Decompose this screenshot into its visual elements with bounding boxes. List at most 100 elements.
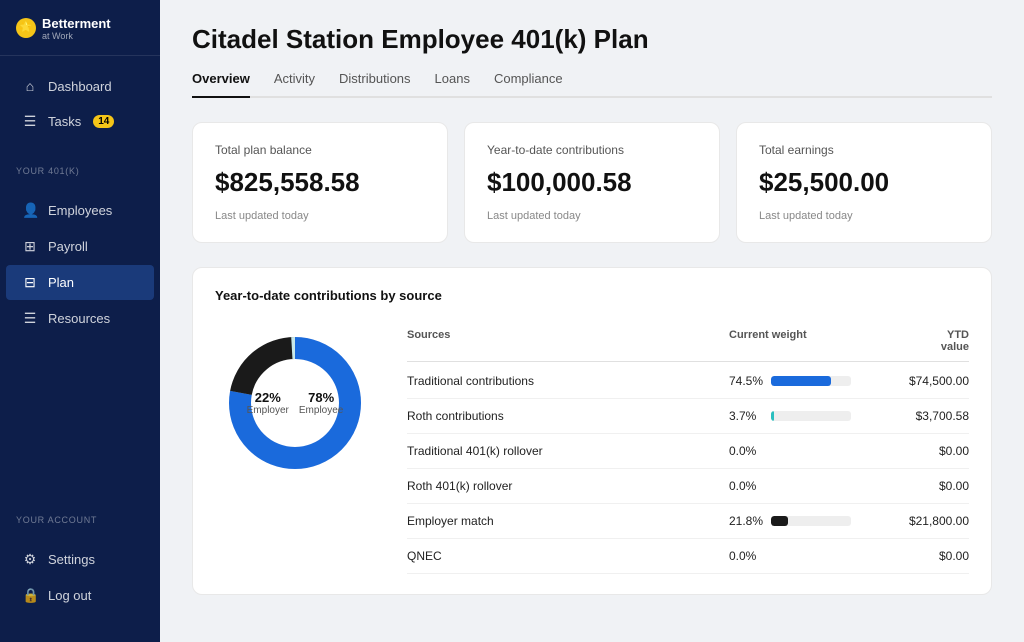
section-account-label: YOUR ACCOUNT [0, 501, 160, 529]
row-weight: 0.0% [729, 444, 869, 458]
stat-value-contributions: $100,000.58 [487, 167, 697, 198]
sidebar-item-employees[interactable]: 👤 Employees [6, 193, 154, 228]
bar-fill [771, 376, 831, 386]
stat-card-contributions: Year-to-date contributions $100,000.58 L… [464, 122, 720, 243]
stat-card-balance: Total plan balance $825,558.58 Last upda… [192, 122, 448, 243]
sidebar-main-nav: ⌂ Dashboard ☰ Tasks 14 [0, 56, 160, 152]
page-title: Citadel Station Employee 401(k) Plan [192, 24, 992, 55]
donut-chart: 22% Employer 78% Employee [215, 323, 375, 483]
resources-icon: ☰ [22, 310, 38, 327]
stat-value-balance: $825,558.58 [215, 167, 425, 198]
sidebar-item-tasks[interactable]: ☰ Tasks 14 [6, 104, 154, 139]
payroll-icon: ⊞ [22, 238, 38, 255]
sidebar-label-plan: Plan [48, 275, 74, 290]
employee-pct: 78% [299, 390, 343, 405]
plan-icon: ⊟ [22, 274, 38, 291]
row-weight: 74.5% [729, 374, 869, 388]
employees-icon: 👤 [22, 202, 38, 219]
logo-brand: Betterment [42, 16, 111, 31]
row-weight: 21.8% [729, 514, 869, 528]
stat-updated-contributions: Last updated today [487, 210, 697, 222]
sources-table: Sources Current weight YTDvalue Traditio… [407, 323, 969, 574]
row-weight: 3.7% [729, 409, 869, 423]
stat-label-balance: Total plan balance [215, 143, 425, 157]
main-content-area: Citadel Station Employee 401(k) Plan Ove… [160, 0, 1024, 642]
row-value: $21,800.00 [869, 514, 969, 528]
bar-container [771, 376, 851, 386]
sidebar-label-resources: Resources [48, 311, 110, 326]
sidebar-label-settings: Settings [48, 552, 95, 567]
table-row: Traditional contributions 74.5% $74,500.… [407, 364, 969, 399]
sidebar-item-settings[interactable]: ⚙ Settings [6, 542, 154, 577]
tasks-icon: ☰ [22, 113, 38, 130]
sidebar-item-payroll[interactable]: ⊞ Payroll [6, 229, 154, 264]
table-row: Employer match 21.8% $21,800.00 [407, 504, 969, 539]
table-row: QNEC 0.0% $0.00 [407, 539, 969, 574]
logo-area: 🌟 Betterment at Work [0, 0, 160, 56]
bar-fill [771, 411, 774, 421]
tab-overview[interactable]: Overview [192, 71, 250, 96]
home-icon: ⌂ [22, 78, 38, 94]
row-name: Traditional contributions [407, 374, 729, 388]
tab-distributions[interactable]: Distributions [339, 71, 411, 96]
sidebar-item-dashboard[interactable]: ⌂ Dashboard [6, 69, 154, 103]
table-row: Roth 401(k) rollover 0.0% $0.00 [407, 469, 969, 504]
stat-updated-balance: Last updated today [215, 210, 425, 222]
scrollable-content: Citadel Station Employee 401(k) Plan Ove… [160, 0, 1024, 642]
stats-row: Total plan balance $825,558.58 Last upda… [192, 122, 992, 243]
settings-icon: ⚙ [22, 551, 38, 568]
row-value: $74,500.00 [869, 374, 969, 388]
bar-container [771, 516, 851, 526]
tab-loans[interactable]: Loans [435, 71, 470, 96]
row-weight: 0.0% [729, 549, 869, 563]
th-sources: Sources [407, 329, 729, 353]
th-value: YTDvalue [869, 329, 969, 353]
table-header: Sources Current weight YTDvalue [407, 323, 969, 362]
stat-label-contributions: Year-to-date contributions [487, 143, 697, 157]
sidebar-label-dashboard: Dashboard [48, 79, 112, 94]
bar-container [771, 411, 851, 421]
donut-employee-segment: 78% Employee [299, 390, 343, 416]
section-401k-label: YOUR 401(K) [0, 152, 160, 180]
row-name: Traditional 401(k) rollover [407, 444, 729, 458]
row-name: Roth contributions [407, 409, 729, 423]
sidebar-label-employees: Employees [48, 203, 112, 218]
row-value: $0.00 [869, 444, 969, 458]
tabs-bar: Overview Activity Distributions Loans Co… [192, 71, 992, 98]
row-name: Employer match [407, 514, 729, 528]
bar-fill [771, 516, 788, 526]
contributions-body: 22% Employer 78% Employee Sources Curren… [215, 323, 969, 574]
tab-compliance[interactable]: Compliance [494, 71, 563, 96]
tab-activity[interactable]: Activity [274, 71, 315, 96]
sidebar-item-plan[interactable]: ⊟ Plan [6, 265, 154, 300]
table-row: Traditional 401(k) rollover 0.0% $0.00 [407, 434, 969, 469]
sidebar-account-nav: ⚙ Settings 🔒 Log out [0, 529, 160, 626]
sidebar-item-resources[interactable]: ☰ Resources [6, 301, 154, 336]
row-value: $3,700.58 [869, 409, 969, 423]
logo-icon: 🌟 [16, 18, 36, 38]
table-row: Roth contributions 3.7% $3,700.58 [407, 399, 969, 434]
th-weight: Current weight [729, 329, 869, 353]
contributions-section-title: Year-to-date contributions by source [215, 288, 969, 303]
row-weight: 0.0% [729, 479, 869, 493]
stat-value-earnings: $25,500.00 [759, 167, 969, 198]
stat-label-earnings: Total earnings [759, 143, 969, 157]
row-value: $0.00 [869, 479, 969, 493]
logo-sub: at Work [42, 31, 111, 41]
tasks-badge: 14 [93, 115, 114, 128]
table-body: Traditional contributions 74.5% $74,500.… [407, 364, 969, 574]
row-value: $0.00 [869, 549, 969, 563]
contributions-card: Year-to-date contributions by source [192, 267, 992, 595]
sidebar: 🌟 Betterment at Work ⌂ Dashboard ☰ Tasks… [0, 0, 160, 642]
sidebar-item-logout[interactable]: 🔒 Log out [6, 578, 154, 613]
sidebar-label-tasks: Tasks [48, 114, 81, 129]
sidebar-label-payroll: Payroll [48, 239, 88, 254]
donut-employer-segment: 22% Employer [247, 390, 289, 416]
row-name: QNEC [407, 549, 729, 563]
donut-label: 22% Employer 78% Employee [247, 390, 344, 416]
row-name: Roth 401(k) rollover [407, 479, 729, 493]
sidebar-label-logout: Log out [48, 588, 91, 603]
stat-updated-earnings: Last updated today [759, 210, 969, 222]
employer-label: Employer [247, 405, 289, 416]
logout-icon: 🔒 [22, 587, 38, 604]
